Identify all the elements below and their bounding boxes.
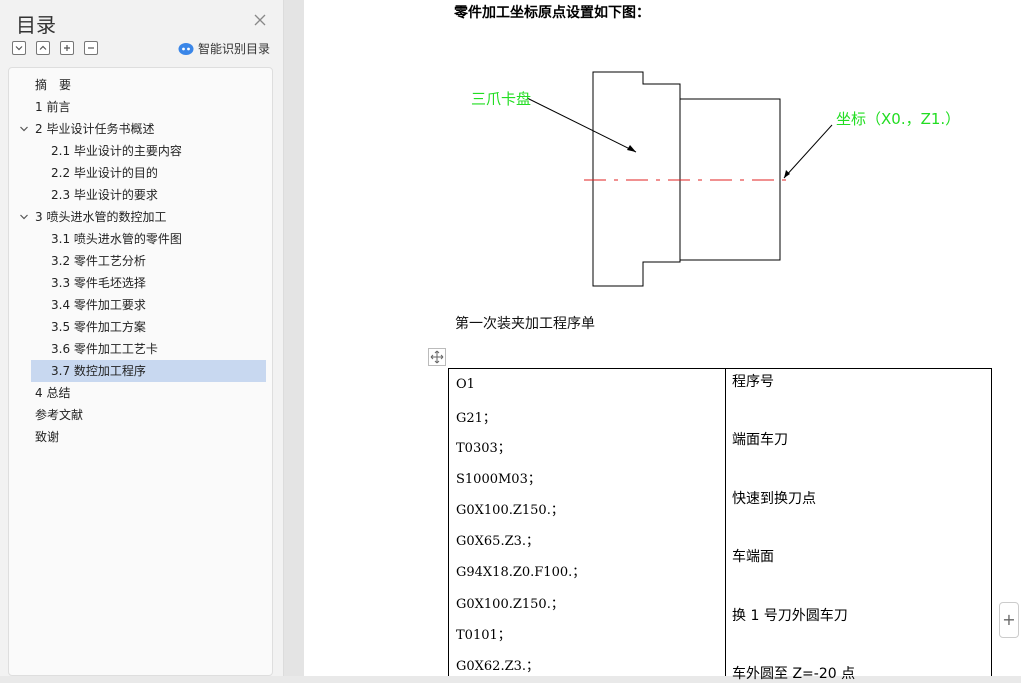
toc-item-chapter-2[interactable]: 2 毕业设计任务书概述 [35,118,154,140]
toc-item-3-7[interactable]: 3.7 数控加工程序 [31,360,266,382]
toc-item-3-5[interactable]: 3.5 零件加工方案 [51,316,146,338]
program-note: 车端面 [732,549,774,565]
smart-toc-label: 智能识别目录 [198,42,271,56]
chevron-down-icon[interactable] [19,212,29,222]
minus-icon[interactable] [84,41,98,55]
toc-item-3-3[interactable]: 3.3 零件毛坯选择 [51,272,146,294]
program-note: 车外圆至 Z=-20 点 [732,666,856,682]
toc-item-2-2[interactable]: 2.2 毕业设计的目的 [51,162,158,184]
chuck-outline [592,71,681,287]
toc-item-2-3[interactable]: 2.3 毕业设计的要求 [51,184,158,206]
toc-item-preface[interactable]: 1 前言 [35,96,70,118]
collapse-all-icon[interactable] [12,41,26,55]
toc-item-3-1[interactable]: 3.1 喷头进水管的零件图 [51,228,182,250]
toc-item-references[interactable]: 参考文献 [35,404,83,426]
coord-label: 坐标（X0.，Z1.） [836,110,960,128]
section-heading: 零件加工坐标原点设置如下图： [454,5,650,21]
code-line: G0X62.Z3.； [456,659,540,674]
code-line: G0X100.Z150.； [456,503,564,518]
code-line: G0X65.Z3.； [456,534,540,549]
toc-item-acknowledgement[interactable]: 致谢 [35,426,59,448]
toc-item-3-2[interactable]: 3.2 零件工艺分析 [51,250,146,272]
program-note: 换 1 号刀外圆车刀 [732,608,848,624]
expand-up-icon[interactable] [36,41,50,55]
plus-icon[interactable] [60,41,74,55]
move-icon [430,350,444,364]
code-line: T0303； [456,441,511,456]
toc-item-3-6[interactable]: 3.6 零件加工工艺卡 [51,338,158,360]
program-note: 程序号 [732,374,774,390]
smart-toc-button[interactable]: 智能识别目录 [178,40,270,57]
ai-icon [178,42,194,55]
chuck-leader-line [526,97,637,153]
toc-item-abstract[interactable]: 摘 要 [35,74,71,96]
table-column-divider [725,369,726,676]
code-line: G21； [456,411,496,426]
code-line: G0X100.Z150.； [456,597,564,612]
code-line: S1000M03； [456,472,541,487]
table-caption: 第一次装夹加工程序单 [455,316,595,332]
toc-sidebar: 目录 智能识别目录 摘 要 1 前言 2 毕业设计任务书概述 2.1 毕业设计的… [0,0,284,676]
program-note: 快速到换刀点 [732,491,816,507]
arrow-icon [627,145,636,152]
toc-toolbar [12,41,98,57]
document-page: 零件加工坐标原点设置如下图： 三爪卡盘 坐标（X0.，Z1.） 第一次装夹加工程… [304,0,1021,682]
code-line: T0101； [456,628,511,643]
program-note: 端面车刀 [732,432,788,448]
toc-item-3-4[interactable]: 3.4 零件加工要求 [51,294,146,316]
arrow-icon [784,170,790,178]
table-move-handle[interactable] [428,348,446,366]
sidebar-title: 目录 [16,13,56,37]
close-icon[interactable] [252,12,268,28]
chuck-label: 三爪卡盘 [471,90,531,108]
add-button[interactable]: + [999,602,1019,638]
part-drawing: 三爪卡盘 坐标（X0.，Z1.） [471,71,960,287]
toc-item-chapter-3[interactable]: 3 喷头进水管的数控加工 [35,206,166,228]
toc-list: 摘 要 1 前言 2 毕业设计任务书概述 2.1 毕业设计的主要内容 2.2 毕… [8,67,273,676]
code-line: G94X18.Z0.F100.； [456,565,586,580]
document-gutter [284,0,304,676]
chevron-down-icon[interactable] [19,124,29,134]
code-line: O1 [456,377,475,392]
coord-leader-line [783,124,833,179]
program-table: O1 G21； T0303； S1000M03； G0X100.Z150.； G… [448,368,992,682]
toc-item-summary[interactable]: 4 总结 [35,382,70,404]
toc-item-2-1[interactable]: 2.1 毕业设计的主要内容 [51,140,182,162]
